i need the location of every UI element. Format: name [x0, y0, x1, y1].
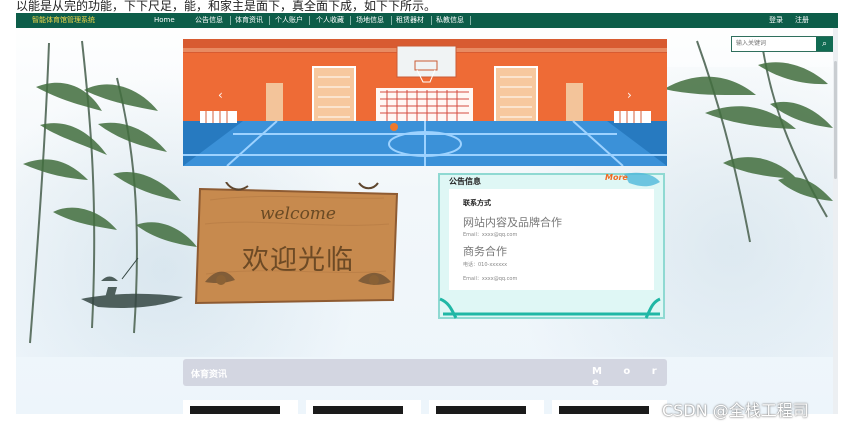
search-icon[interactable]: ⌕	[816, 37, 833, 51]
email-text: Email：xxxx@qq.com	[463, 276, 518, 282]
contact-heading: 联系方式	[463, 199, 491, 207]
register-link[interactable]: 注册	[795, 13, 809, 28]
nav-announcements[interactable]: 公告信息	[195, 13, 223, 28]
nav-venue-info[interactable]: 场地信息	[356, 13, 384, 28]
search-input[interactable]	[732, 37, 819, 51]
scrollbar-thumb[interactable]	[834, 61, 837, 179]
banner-prev-icon[interactable]: ‹	[218, 88, 223, 102]
nav-private-coach[interactable]: 私教信息	[436, 13, 464, 28]
login-link[interactable]: 登录	[769, 13, 783, 28]
news-thumbnail	[559, 406, 649, 414]
top-navigation-bar: 智能体育馆管理系统 Home 公告信息 体育资讯 个人账户 个人收藏 场地信息 …	[16, 13, 838, 28]
nav-favorites[interactable]: 个人收藏	[316, 13, 344, 28]
phone-text: 电话：010-xxxxxx	[463, 262, 508, 268]
news-thumbnail-card[interactable]	[306, 400, 421, 414]
basketball-court-illustration	[183, 39, 667, 166]
news-thumbnail-card[interactable]	[183, 400, 298, 414]
news-thumbnail	[190, 406, 280, 414]
news-thumbnail-card[interactable]	[429, 400, 544, 414]
nav-separator	[269, 16, 270, 25]
sports-more-link[interactable]: M o r e	[592, 366, 667, 388]
news-thumbnail	[313, 406, 403, 414]
nav-separator	[350, 16, 351, 25]
website-cooperation-heading: 网站内容及品牌合作	[463, 216, 562, 229]
welcome-sign: welcome 欢迎光临	[188, 181, 408, 311]
search-box: ⌕	[731, 36, 834, 52]
nav-personal-account[interactable]: 个人账户	[275, 13, 303, 28]
screenshot-page: 以能是从完的功能，下下尺足，能，和家主是面下，真全面下成，如下下所示。 智能体育…	[0, 0, 845, 426]
welcome-chinese-text: 欢迎光临	[242, 245, 354, 276]
nav-separator	[470, 16, 471, 25]
contact-card: 联系方式 网站内容及品牌合作 Email：xxxx@qq.com 商务合作 电话…	[449, 189, 654, 290]
banner-next-icon[interactable]: ›	[627, 88, 632, 102]
nav-equipment-rental[interactable]: 租赁器材	[396, 13, 424, 28]
nav-separator	[391, 16, 392, 25]
sports-news-title: 体育资讯	[191, 370, 228, 380]
news-thumbnail-card[interactable]	[552, 400, 667, 414]
nav-separator	[230, 16, 231, 25]
business-cooperation-heading: 商务合作	[463, 245, 507, 258]
right-bamboo-illustration	[664, 37, 833, 243]
vertical-scrollbar[interactable]	[833, 28, 838, 414]
nav-home[interactable]: Home	[154, 13, 175, 28]
notice-title: 公告信息	[449, 177, 481, 186]
sports-news-header: 体育资讯 M o r e	[183, 359, 667, 388]
notice-more-link[interactable]: More	[605, 173, 628, 182]
top-caption: 以能是从完的功能，下下尺足，能，和家主是面下，真全面下成，如下下所示。	[16, 0, 437, 13]
site-brand[interactable]: 智能体育馆管理系统	[32, 13, 95, 28]
browser-frame: 智能体育馆管理系统 Home 公告信息 体育资讯 个人账户 个人收藏 场地信息 …	[16, 13, 838, 414]
welcome-english-text: welcome	[260, 204, 336, 224]
nav-sports-news[interactable]: 体育资讯	[235, 13, 263, 28]
announcement-panel: 公告信息 More 联系方式 网站内容及品牌合作 Email：xxxx@qq.c…	[435, 171, 666, 322]
csdn-watermark: CSDN @全栈工程司	[662, 401, 809, 420]
nav-separator	[309, 16, 310, 25]
news-thumbnail	[436, 406, 526, 414]
email-text: Email：xxxx@qq.com	[463, 232, 518, 238]
sports-hall-banner[interactable]: ‹ ›	[183, 39, 667, 166]
nav-separator	[431, 16, 432, 25]
